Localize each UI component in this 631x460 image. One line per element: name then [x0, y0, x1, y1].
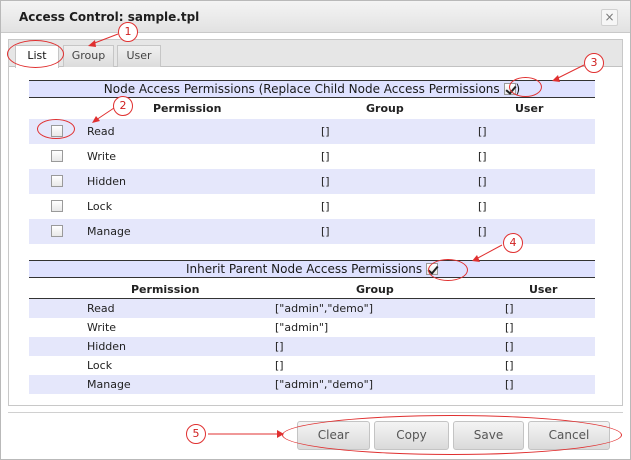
annotation-marker-4: 4: [503, 233, 523, 253]
annotation-ellipse-replace: [509, 77, 542, 97]
annotation-marker-2: 2: [113, 96, 133, 116]
annotation-ellipse-buttons: [282, 415, 622, 455]
annotation-ellipse-inherit: [428, 259, 468, 281]
annotation-ellipse-list: [7, 40, 64, 68]
annotation-marker-1: 1: [118, 22, 138, 42]
annotation-arrows: [88, 33, 585, 438]
annotation-marker-3: 3: [584, 53, 604, 73]
annotation-marker-5: 5: [186, 424, 206, 444]
annotation-ellipse-row-checkbox: [37, 119, 75, 139]
